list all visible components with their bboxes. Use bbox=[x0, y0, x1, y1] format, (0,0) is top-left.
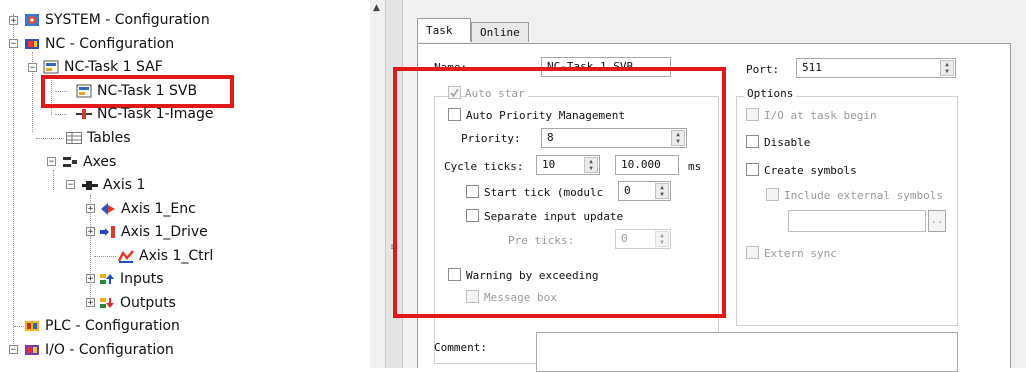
io-at-task-begin-checkbox[interactable] bbox=[746, 108, 759, 121]
tree-item-nc[interactable]: NC - Configuration bbox=[24, 33, 174, 55]
tab-online[interactable]: Online bbox=[471, 22, 529, 42]
create-symbols-label: Create symbols bbox=[764, 164, 857, 177]
controller-icon bbox=[117, 249, 134, 263]
tree-item-label: Axis 1_Enc bbox=[121, 201, 196, 217]
port-field[interactable]: 511 ▲ ▼ bbox=[796, 58, 956, 78]
table-icon bbox=[66, 131, 82, 145]
collapse-toggle[interactable]: − bbox=[66, 180, 75, 190]
port-value: 511 bbox=[802, 61, 822, 74]
collapse-toggle[interactable]: − bbox=[47, 157, 56, 167]
create-symbols-checkbox[interactable] bbox=[746, 163, 759, 176]
include-external-label: Include external symbols bbox=[784, 189, 943, 202]
tree-item-label: NC - Configuration bbox=[45, 36, 175, 52]
plc-icon bbox=[24, 319, 40, 333]
task-icon bbox=[43, 60, 59, 74]
tree-item-label: Outputs bbox=[120, 295, 176, 311]
tree-item-axis1[interactable]: Axis 1 bbox=[82, 174, 145, 196]
extern-sync-checkbox[interactable] bbox=[746, 246, 759, 259]
include-external-checkbox[interactable] bbox=[766, 188, 779, 201]
highlight-box bbox=[393, 67, 726, 318]
tree-item-label: I/O - Configuration bbox=[45, 342, 174, 358]
tree-item-io[interactable]: I/O - Configuration bbox=[24, 339, 174, 361]
inputs-icon bbox=[99, 272, 115, 286]
tree-item-label: Axis 1_Drive bbox=[121, 224, 208, 240]
io-at-task-begin-label: I/O at task begin bbox=[764, 109, 877, 122]
expand-toggle[interactable]: + bbox=[86, 204, 95, 214]
options-title: Options bbox=[744, 87, 797, 100]
drive-icon bbox=[100, 225, 116, 239]
expand-toggle[interactable]: + bbox=[86, 227, 95, 237]
tree-item-label: Axis 1 bbox=[103, 177, 146, 193]
axes-icon bbox=[62, 155, 78, 169]
expand-toggle[interactable]: + bbox=[86, 298, 95, 308]
tree-scrollbar[interactable]: ▲ bbox=[370, 0, 385, 368]
outputs-icon bbox=[99, 296, 115, 310]
tree-item-label: Axis 1_Ctrl bbox=[139, 248, 214, 264]
external-symbols-path-field[interactable] bbox=[788, 210, 926, 232]
disable-checkbox[interactable] bbox=[746, 135, 759, 148]
tree-line bbox=[13, 14, 14, 354]
tree-item-inputs[interactable]: Inputs bbox=[99, 268, 164, 290]
encoder-icon bbox=[100, 202, 116, 216]
nc-config-icon bbox=[24, 37, 40, 51]
tree-item-label: Tables bbox=[87, 130, 131, 146]
system-icon bbox=[24, 13, 40, 27]
tree-item-tables[interactable]: Tables bbox=[66, 127, 131, 149]
tree-item-axis1-ctrl[interactable]: Axis 1_Ctrl bbox=[117, 245, 214, 267]
tree-item-label: Inputs bbox=[120, 271, 164, 287]
browse-button[interactable]: .. bbox=[928, 210, 946, 232]
tree-line bbox=[53, 170, 54, 190]
scroll-up-icon[interactable]: ▲ bbox=[373, 3, 380, 13]
tree-item-label: SYSTEM - Configuration bbox=[45, 12, 210, 28]
tree-item-label: NC-Task 1-Image bbox=[97, 106, 214, 122]
tree-item-label: Axes bbox=[83, 154, 117, 170]
port-label: Port: bbox=[746, 63, 780, 76]
expand-toggle[interactable]: + bbox=[9, 16, 18, 26]
tab-task[interactable]: Task bbox=[417, 18, 471, 42]
io-config-icon bbox=[24, 343, 40, 357]
task-properties-panel: Task Online Name: NC-Task 1 SVB Port: 51… bbox=[393, 0, 1026, 372]
tree-item-nc-task-image[interactable]: NC-Task 1-Image bbox=[76, 103, 213, 125]
tree-item-system[interactable]: SYSTEM - Configuration bbox=[24, 9, 210, 31]
expand-toggle[interactable]: + bbox=[86, 274, 95, 284]
tree-line bbox=[14, 326, 24, 327]
tree-item-label: PLC - Configuration bbox=[45, 318, 180, 334]
port-spinner-icon[interactable]: ▲ ▼ bbox=[940, 60, 954, 76]
tree-line bbox=[36, 138, 64, 139]
tree-item-label: NC-Task 1 SAF bbox=[64, 59, 163, 75]
comment-label: Comment: bbox=[434, 341, 487, 354]
extern-sync-label: Extern sync bbox=[764, 247, 837, 260]
collapse-toggle[interactable]: − bbox=[9, 345, 18, 355]
task-tab-content: Name: NC-Task 1 SVB Port: 511 ▲ ▼ Auto st… bbox=[393, 43, 1011, 372]
comment-field[interactable] bbox=[536, 332, 958, 372]
axis-icon bbox=[82, 178, 98, 192]
tree-item-axes[interactable]: Axes bbox=[62, 151, 116, 173]
image-icon bbox=[76, 107, 92, 121]
config-tree: + − − − − + + + + − SYSTEM - Configurati… bbox=[0, 0, 370, 368]
tree-line bbox=[94, 256, 116, 257]
tree-line bbox=[55, 114, 67, 115]
collapse-toggle[interactable]: − bbox=[9, 39, 18, 49]
disable-label: Disable bbox=[764, 136, 811, 149]
tree-item-outputs[interactable]: Outputs bbox=[99, 292, 176, 314]
collapse-toggle[interactable]: − bbox=[28, 63, 37, 73]
tree-item-axis1-drive[interactable]: Axis 1_Drive bbox=[100, 221, 208, 243]
tree-item-axis1-enc[interactable]: Axis 1_Enc bbox=[100, 198, 196, 220]
tree-item-plc[interactable]: PLC - Configuration bbox=[24, 315, 180, 337]
